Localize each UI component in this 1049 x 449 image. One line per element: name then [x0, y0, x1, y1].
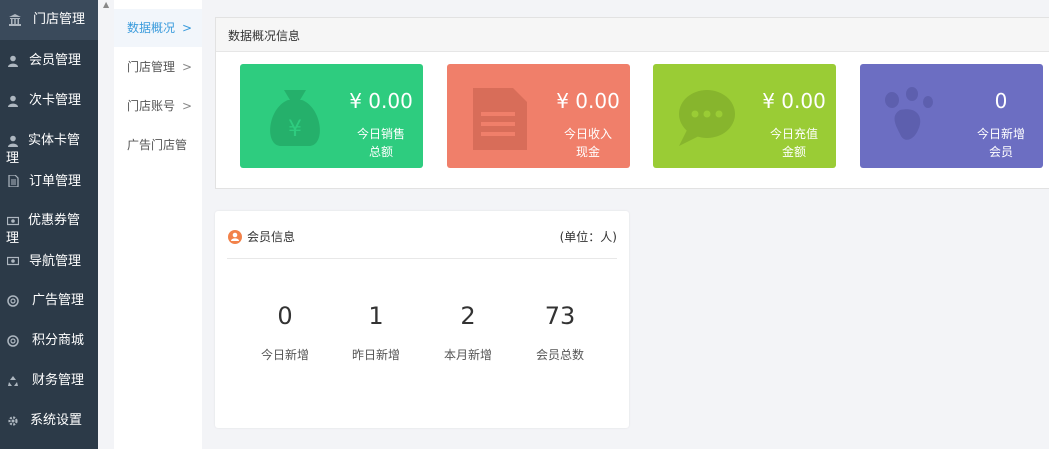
recycle-icon	[7, 375, 19, 387]
subnav-item-account[interactable]: 门店账号 >	[114, 87, 202, 125]
member-icon	[228, 230, 242, 244]
sidebar-item-points-mall[interactable]: 积分商城	[0, 320, 98, 360]
chat-bubble-icon	[679, 90, 735, 146]
sidebar-item-label: 订单管理	[29, 174, 82, 189]
subnav-item-ad-store[interactable]: 广告门店管	[114, 126, 202, 164]
scrollbar[interactable]	[98, 0, 114, 449]
subnav-item-label: 数据概况	[127, 21, 176, 35]
stat-card-income: ¥ 0.00 今日收入 现金	[447, 64, 630, 168]
stat-value-total: 73	[544, 302, 576, 330]
divider	[227, 258, 617, 259]
stat-value-today: 0	[277, 302, 293, 330]
sidebar-item-finance[interactable]: 财务管理	[0, 360, 98, 400]
subnav: 数据概况 > 门店管理 > 门店账号 > 广告门店管	[114, 0, 202, 449]
bank-icon	[9, 14, 21, 26]
subnav-item-store[interactable]: 门店管理 >	[114, 48, 202, 86]
stat-label-month: 本月新增	[443, 348, 492, 362]
subnav-item-overview[interactable]: 数据概况 >	[114, 9, 202, 47]
member-info-panel: 会员信息 (单位：人) 0 今日新增 1 昨日新增 2 本月新增 73 会员总数	[215, 211, 629, 428]
sidebar-item-label: 会员管理	[29, 53, 82, 68]
sidebar-item-nav[interactable]: 导航管理	[0, 245, 98, 280]
money-bag-icon: ¥	[270, 90, 320, 146]
sidebar-item-coupon[interactable]: 优惠券管理	[0, 200, 98, 246]
sidebar-item-label: 门店管理	[33, 12, 86, 27]
scroll-up-arrow-icon[interactable]: ▲	[103, 0, 109, 9]
sidebar-item-physical-card[interactable]: 实体卡管理	[0, 120, 98, 166]
card-label: 今日销售 总额	[356, 127, 405, 159]
member-info-title: 会员信息	[247, 230, 296, 244]
sidebar-item-label: 广告管理	[32, 293, 85, 308]
svg-text:¥: ¥	[288, 117, 302, 142]
stat-label-total: 会员总数	[535, 348, 584, 362]
card-value: ¥ 0.00	[349, 89, 413, 113]
stat-card-sales: ¥ ¥ 0.00 今日销售 总额	[240, 64, 423, 168]
sidebar-item-order[interactable]: 订单管理	[0, 165, 98, 200]
sidebar-item-label: 财务管理	[32, 373, 85, 388]
stat-card-recharge: ¥ 0.00 今日充值 金额	[653, 64, 836, 168]
chevron-right-icon: >	[181, 21, 192, 35]
overview-panel: 数据概况信息 ¥ ¥ 0.00 今日销售 总额 ¥ 0.00 今日收入 现金 ¥…	[215, 17, 1049, 189]
gear-icon	[7, 415, 19, 427]
stat-value-month: 2	[460, 302, 476, 330]
footprint-icon	[885, 87, 933, 140]
stat-value-yesterday: 1	[368, 302, 384, 330]
sidebar: 门店管理 会员管理 次卡管理 实体卡管理 订单管理 优惠券管理 导航管理 广告管…	[0, 0, 98, 449]
card-label: 今日充值 金额	[769, 127, 818, 159]
sidebar-item-label: 系统设置	[30, 413, 83, 428]
subnav-item-label: 门店管理	[127, 60, 176, 74]
stat-card-new-members: 0 今日新增 会员	[860, 64, 1043, 168]
member-info-unit: (单位：人)	[559, 230, 617, 244]
stat-label-yesterday: 昨日新增	[351, 348, 400, 362]
overview-title: 数据概况信息	[228, 29, 301, 43]
document-icon	[473, 88, 527, 150]
sidebar-item-settings[interactable]: 系统设置	[0, 400, 98, 440]
sidebar-item-member[interactable]: 会员管理	[0, 40, 98, 80]
lifebuoy-icon	[7, 335, 19, 347]
sidebar-item-label: 次卡管理	[29, 93, 82, 108]
sidebar-item-count-card[interactable]: 次卡管理	[0, 80, 98, 120]
sidebar-item-label: 积分商城	[32, 333, 85, 348]
card-value: ¥ 0.00	[556, 89, 620, 113]
card-label: 今日收入 现金	[563, 127, 612, 159]
document-icon	[7, 174, 19, 188]
subnav-item-label: 门店账号	[127, 99, 176, 113]
sidebar-item-store[interactable]: 门店管理	[0, 0, 98, 40]
card-label: 今日新增 会员	[976, 127, 1025, 159]
money-icon	[6, 255, 20, 267]
lifebuoy-icon	[7, 295, 19, 307]
user-icon	[7, 95, 19, 107]
sidebar-item-ad[interactable]: 广告管理	[0, 280, 98, 320]
chevron-right-icon: >	[181, 60, 192, 74]
subnav-item-label: 广告门店管	[127, 138, 188, 152]
user-icon	[7, 55, 19, 67]
overview-header: 数据概况信息	[216, 18, 1049, 52]
sidebar-item-label: 优惠券管理	[6, 213, 81, 246]
card-value: ¥ 0.00	[762, 89, 826, 113]
chevron-right-icon: >	[181, 99, 192, 113]
card-value: 0	[994, 89, 1008, 113]
stat-label-today: 今日新增	[260, 348, 309, 362]
sidebar-item-label: 导航管理	[29, 254, 82, 269]
sidebar-item-label: 实体卡管理	[6, 133, 81, 166]
